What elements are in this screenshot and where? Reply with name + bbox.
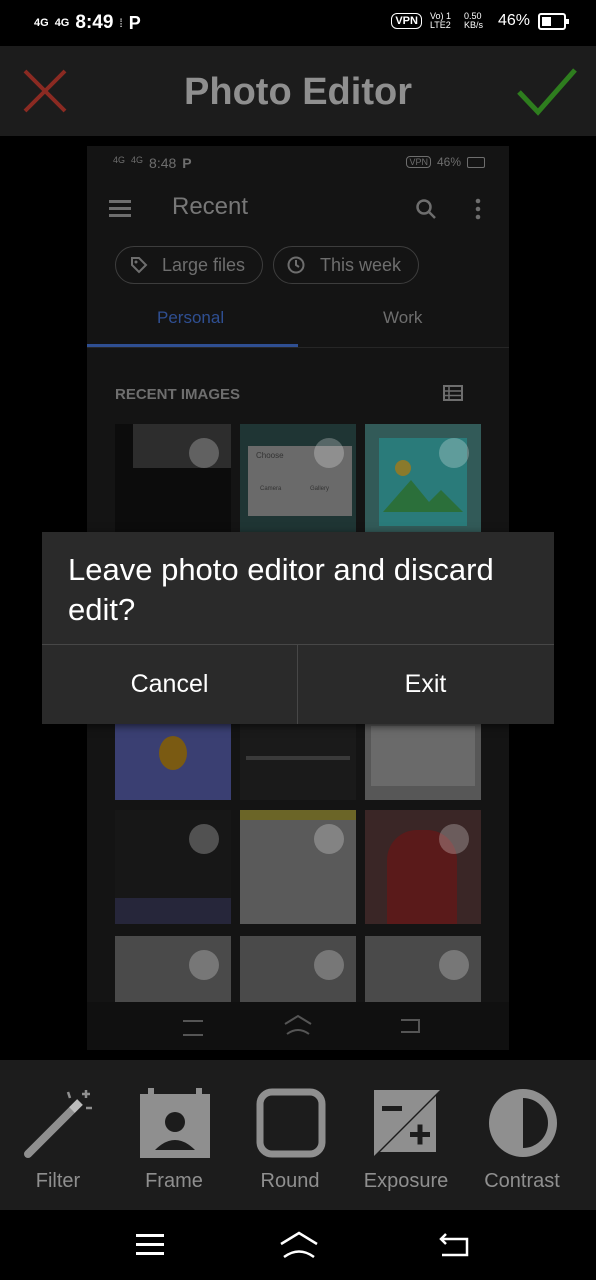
back-button[interactable] xyxy=(438,1232,470,1258)
status-time: 8:49 xyxy=(75,12,114,33)
rounded-square-icon xyxy=(256,1088,326,1158)
preview-status-bar: 4G 4G 8:48 P VPN 46% xyxy=(87,146,509,180)
tool-label: Filter xyxy=(35,1170,81,1192)
history-icon xyxy=(287,256,305,274)
thumb-text: Camera xyxy=(260,486,282,492)
status-bar: 4G 4G 8:49 ⁞ P VPN Vo) 1 LTE2 0.50 KB/s … xyxy=(0,0,596,46)
section-heading: RECENT IMAGES xyxy=(115,386,241,403)
tool-label: Frame xyxy=(145,1170,203,1192)
editor-tools-bar: Filter Frame Round Exposure Contrast xyxy=(0,1060,596,1210)
tab-work: Work xyxy=(383,308,423,327)
preview-nav-bar xyxy=(87,1002,509,1050)
preview-tabs: Personal Work xyxy=(87,308,509,354)
magic-wand-icon xyxy=(24,1090,92,1158)
close-icon[interactable] xyxy=(22,68,68,114)
preview-battery: 46% xyxy=(436,155,461,169)
tag-icon xyxy=(131,257,148,274)
wifi-icon: ⁞ xyxy=(119,16,123,30)
thumb-text: Gallery xyxy=(310,486,330,492)
page-title: Photo Editor xyxy=(184,71,412,113)
net-speed: 0.50 KB/s xyxy=(463,11,483,30)
tab-divider xyxy=(87,347,509,348)
tool-frame[interactable]: Frame xyxy=(116,1060,232,1210)
image-thumbnail xyxy=(115,936,231,1002)
tool-label: Round xyxy=(260,1170,320,1192)
dialog-message: Leave photo editor and discard edit? xyxy=(68,552,494,627)
expand-icon xyxy=(314,950,344,980)
menu-icon xyxy=(109,200,131,221)
editor-top-bar: Photo Editor xyxy=(0,46,596,136)
search-icon xyxy=(416,199,436,219)
tool-exposure[interactable]: Exposure xyxy=(348,1060,464,1210)
preview-app-title: Recent xyxy=(172,193,249,220)
discard-dialog: Leave photo editor and discard edit? Can… xyxy=(42,532,554,724)
system-nav-bar xyxy=(0,1210,596,1280)
tool-label: Contrast xyxy=(484,1170,560,1192)
volte-icon: Vo) 1 LTE2 xyxy=(429,11,451,30)
portrait-frame-icon xyxy=(140,1088,210,1158)
home-button[interactable] xyxy=(278,1230,320,1260)
image-thumbnail: Choose Camera Gallery xyxy=(240,424,356,538)
preview-app-header: Recent xyxy=(87,180,509,242)
carrier-icon: P xyxy=(128,12,141,33)
tool-round[interactable]: Round xyxy=(232,1060,348,1210)
expand-icon xyxy=(189,824,219,854)
preview-vpn: VPN xyxy=(406,156,431,168)
tool-contrast[interactable]: Contrast xyxy=(464,1060,580,1210)
check-icon[interactable] xyxy=(516,66,578,116)
image-thumbnail xyxy=(365,810,481,924)
expand-icon xyxy=(314,824,344,854)
battery-percent: 46% xyxy=(497,12,530,29)
signal-2-icon: 4G xyxy=(54,17,70,29)
contrast-icon xyxy=(489,1089,557,1157)
exposure-icon xyxy=(374,1090,440,1156)
signal-1-icon: 4G xyxy=(34,17,49,29)
tool-label: Exposure xyxy=(363,1170,449,1192)
expand-icon xyxy=(314,438,344,468)
tab-personal: Personal xyxy=(157,308,225,327)
image-thumbnail xyxy=(365,424,481,538)
expand-icon xyxy=(439,950,469,980)
home-icon xyxy=(284,1014,312,1035)
image-thumbnail xyxy=(115,424,231,538)
exit-button[interactable]: Exit xyxy=(298,645,553,724)
battery-icon xyxy=(538,12,569,30)
image-thumbnail xyxy=(240,810,356,924)
expand-icon xyxy=(439,438,469,468)
vpn-badge: VPN xyxy=(391,13,422,29)
expand-icon xyxy=(439,824,469,854)
preview-time: 8:48 xyxy=(149,155,177,171)
thumb-text: Choose xyxy=(256,451,284,460)
more-vert-icon xyxy=(475,198,481,220)
list-view-icon xyxy=(443,385,463,401)
menu-button[interactable] xyxy=(136,1234,164,1261)
chip-this-week: This week xyxy=(273,246,419,284)
tool-filter[interactable]: Filter xyxy=(0,1060,116,1210)
chip-large-files: Large files xyxy=(115,246,263,284)
image-thumbnail xyxy=(240,936,356,1002)
image-thumbnail xyxy=(115,810,231,924)
cancel-button[interactable]: Cancel xyxy=(42,645,297,724)
image-thumbnail xyxy=(365,936,481,1002)
expand-icon xyxy=(189,438,219,468)
expand-icon xyxy=(189,950,219,980)
back-icon xyxy=(401,1019,420,1033)
